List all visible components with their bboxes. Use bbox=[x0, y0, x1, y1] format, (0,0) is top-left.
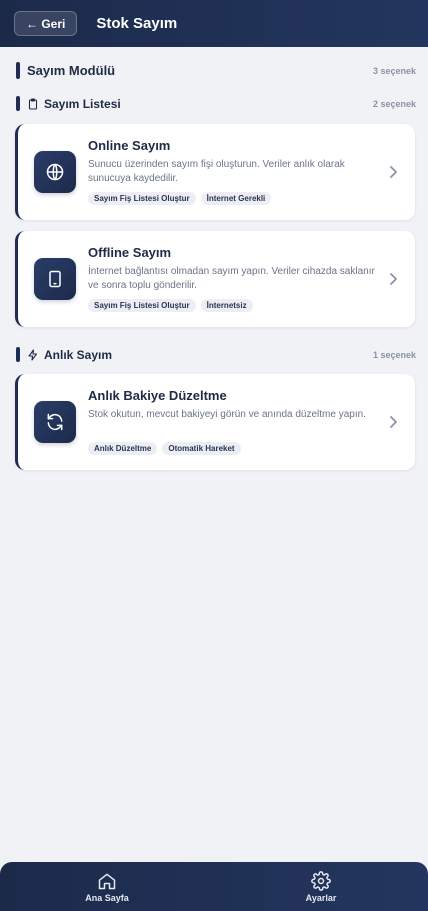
bottom-nav: Ana Sayfa Ayarlar bbox=[0, 862, 428, 911]
card-tags: Sayım Fiş Listesi Oluştur İnternetsiz bbox=[88, 299, 253, 312]
tag: Anlık Düzeltme bbox=[88, 442, 158, 455]
offline-sayim-card[interactable]: Offline Sayım İnternet bağlantısı olmada… bbox=[15, 231, 415, 327]
card-title: Online Sayım bbox=[88, 138, 171, 153]
nav-home[interactable]: Ana Sayfa bbox=[47, 871, 167, 903]
accent-bar bbox=[16, 62, 20, 79]
home-icon bbox=[98, 873, 116, 889]
section-count: 2 seçenek bbox=[372, 98, 416, 109]
chevron-right-icon bbox=[390, 273, 397, 285]
globe-icon bbox=[34, 151, 76, 193]
chevron-right-icon bbox=[390, 416, 397, 428]
tag: İnternet Gerekli bbox=[200, 192, 272, 205]
module-count: 3 seçenek bbox=[372, 65, 416, 76]
card-title: Anlık Bakiye Düzeltme bbox=[88, 388, 227, 403]
card-tags: Anlık Düzeltme Otomatik Hareket bbox=[88, 442, 241, 455]
section-heading-sayim-listesi: Sayım Listesi 2 seçenek bbox=[16, 96, 416, 111]
card-title: Offline Sayım bbox=[88, 245, 172, 260]
card-description: Sunucu üzerinden sayım fişi oluşturun. V… bbox=[88, 159, 345, 184]
back-button-label: ← Geri bbox=[26, 16, 66, 31]
chevron-right-icon bbox=[390, 166, 397, 178]
online-sayim-card[interactable]: Online Sayım Sunucu üzerinden sayım fişi… bbox=[15, 124, 415, 220]
app-header: ← Geri Stok Sayım bbox=[0, 0, 428, 47]
card-description: Stok okutun, mevcut bakiyeyi görün ve an… bbox=[88, 409, 366, 420]
accent-bar bbox=[16, 96, 20, 111]
tag: İnternetsiz bbox=[200, 299, 253, 312]
card-description: İnternet bağlantısı olmadan sayım yapın.… bbox=[88, 266, 375, 291]
tablet-icon bbox=[34, 258, 76, 300]
accent-bar bbox=[16, 347, 20, 362]
gear-icon bbox=[311, 870, 331, 891]
page-title: Stok Sayım bbox=[96, 15, 178, 32]
module-title: Sayım Modülü bbox=[27, 63, 116, 78]
card-tags: Sayım Fiş Listesi Oluştur İnternet Gerek… bbox=[88, 192, 272, 205]
tag: Sayım Fiş Listesi Oluştur bbox=[88, 299, 196, 312]
section-count: 1 seçenek bbox=[372, 349, 416, 360]
back-button[interactable]: ← Geri bbox=[14, 11, 78, 36]
section-title: Anlık Sayım bbox=[44, 347, 113, 362]
section-heading-anlik-sayim: Anlık Sayım 1 seçenek bbox=[16, 347, 416, 362]
nav-settings-label: Ayarlar bbox=[305, 892, 337, 903]
refresh-icon bbox=[34, 401, 76, 443]
anlik-bakiye-card[interactable]: Anlık Bakiye Düzeltme Stok okutun, mevcu… bbox=[15, 374, 415, 470]
module-heading: Sayım Modülü 3 seçenek bbox=[16, 62, 416, 79]
clipboard-icon bbox=[27, 97, 39, 110]
nav-settings[interactable]: Ayarlar bbox=[261, 870, 381, 903]
lightning-icon bbox=[27, 348, 39, 361]
nav-home-label: Ana Sayfa bbox=[85, 892, 129, 903]
section-title: Sayım Listesi bbox=[44, 96, 121, 111]
tag: Otomatik Hareket bbox=[162, 442, 241, 455]
tag: Sayım Fiş Listesi Oluştur bbox=[88, 192, 196, 205]
